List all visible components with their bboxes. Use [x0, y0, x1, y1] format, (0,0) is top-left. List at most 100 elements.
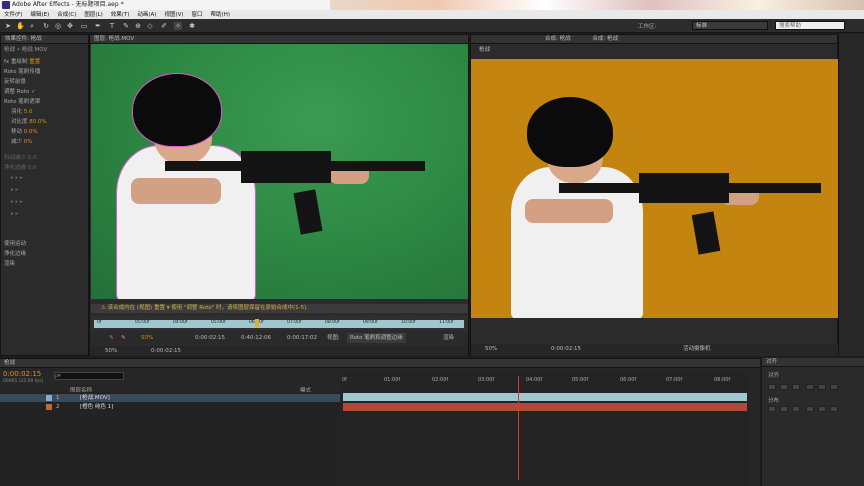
- duration-value[interactable]: 0:00:17:02: [287, 333, 317, 343]
- layer-2-bar[interactable]: [343, 403, 747, 411]
- timeline-tab[interactable]: 枪战: [0, 359, 760, 368]
- distribute-6-icon[interactable]: [830, 406, 838, 412]
- comp-footer-bar: 50% 0:00:02:15 活动摄像机: [471, 344, 838, 356]
- brush-red-icon[interactable]: ✎: [109, 333, 114, 343]
- eraser-tool-icon[interactable]: ◇: [146, 22, 154, 30]
- comp-subtab[interactable]: 枪战: [471, 44, 837, 54]
- composited-subject: [471, 59, 838, 318]
- align-middle-icon[interactable]: [818, 384, 826, 390]
- distribute-3-icon[interactable]: [792, 406, 800, 412]
- warning-status-bar: ⚠ 该合成内在 (视图) 重置 ▾ 使用 "调整 Roto" 时，请将图层保留在…: [91, 304, 468, 313]
- timeline-timecode[interactable]: 0:00:02:15: [3, 370, 41, 378]
- brush-tool-icon[interactable]: ✎: [122, 22, 130, 30]
- layer-1-bar[interactable]: [343, 393, 747, 401]
- hand-tool-icon[interactable]: ✋: [16, 22, 25, 30]
- rifle-magazine: [293, 189, 323, 235]
- render-checkbox[interactable]: 渲染: [443, 333, 454, 343]
- camera-tool-icon[interactable]: ◎: [54, 22, 62, 30]
- layer-1-name[interactable]: [枪战.MOV]: [80, 394, 110, 402]
- pen-tool-icon[interactable]: ✒: [94, 22, 102, 30]
- pan-behind-tool-icon[interactable]: ✥: [66, 22, 74, 30]
- window-title-bar: Adobe After Effects - 无标题项目.aep *: [0, 0, 864, 10]
- distribute-label: 分布: [768, 398, 780, 404]
- effect-row-8[interactable]: 减少 0%: [11, 137, 33, 145]
- ruler-1: 01:00f: [384, 377, 401, 383]
- comp-tab-2[interactable]: 合成: 枪战: [592, 36, 618, 42]
- mini-playhead[interactable]: [255, 319, 259, 327]
- desktop-strip: [330, 0, 864, 10]
- effect-row-9[interactable]: 抖动减少 0.0: [4, 153, 37, 161]
- layer-row-2[interactable]: 2 [橙色 纯色 1]: [0, 403, 340, 411]
- distribute-4-icon[interactable]: [806, 406, 814, 412]
- ruler-0: 0f: [342, 377, 347, 383]
- layer-viewer-tab[interactable]: 图层: 枪战.MOV: [90, 35, 468, 44]
- distribute-1-icon[interactable]: [768, 406, 776, 412]
- brush-pink-icon[interactable]: ✎: [121, 333, 126, 343]
- effect-row-7[interactable]: 移动 0.0%: [11, 127, 38, 135]
- comp-timecode[interactable]: 0:00:02:15: [551, 344, 581, 354]
- view-select[interactable]: Roto 笔刷和调整边缘: [347, 333, 406, 343]
- ruler-4: 04:00f: [526, 377, 543, 383]
- search-help-input[interactable]: 搜索帮助: [775, 21, 845, 30]
- layer-2-color: [46, 404, 52, 410]
- align-top-icon[interactable]: [806, 384, 814, 390]
- start-timecode[interactable]: 0:00:02:15: [195, 333, 225, 343]
- effect-row-1[interactable]: Roto 笔刷传播: [4, 67, 40, 75]
- effect-controls-tab[interactable]: 效果控件: 枪战: [1, 35, 88, 44]
- layer-mini-timeline[interactable]: 0f 05:00f 04:00f 05:00f 06:00f 07:00f 08…: [91, 316, 468, 330]
- comp-tab-1[interactable]: 合成: 枪战: [545, 36, 571, 42]
- puppet-tool-icon[interactable]: ✱: [188, 22, 196, 30]
- text-tool-icon[interactable]: T: [108, 22, 116, 30]
- align-bottom-icon[interactable]: [830, 384, 838, 390]
- effect-row-2[interactable]: 反转前景: [4, 77, 26, 85]
- roto-brush-tool-icon[interactable]: ✐: [160, 22, 168, 30]
- effect-row-6[interactable]: 对比度 80.0%: [11, 117, 47, 125]
- comp-camera-select[interactable]: 活动摄像机: [683, 344, 711, 354]
- selection-tool-icon[interactable]: ➤: [4, 22, 12, 30]
- timeline-search-input[interactable]: ρ▾: [54, 372, 124, 380]
- fps-value[interactable]: 0:40:12:06: [241, 333, 271, 343]
- layer-2-name[interactable]: [橙色 纯色 1]: [80, 403, 113, 411]
- comp-zoom-select[interactable]: 50%: [485, 344, 497, 354]
- effect-controls-panel: 效果控件: 枪战 枪战 • 枪战.MOV fx 重绘制 重置 Roto 笔刷传播…: [0, 34, 89, 356]
- align-center-icon[interactable]: [780, 384, 788, 390]
- effect-row-3[interactable]: 调整 Roto ✓: [4, 87, 36, 95]
- workspace-select[interactable]: 标准: [692, 21, 768, 30]
- clone-tool-icon[interactable]: ⊕: [134, 22, 142, 30]
- green-screen-footage[interactable]: [91, 44, 468, 299]
- effect-row-5[interactable]: 羽化 5.0: [11, 107, 33, 115]
- distribute-5-icon[interactable]: [818, 406, 826, 412]
- composited-footage[interactable]: [471, 59, 838, 318]
- align-left-icon[interactable]: [768, 384, 776, 390]
- view-label: 视图:: [327, 335, 340, 341]
- composited-arm-left: [525, 199, 613, 223]
- effect-row-10[interactable]: 净化边缘 0.0: [4, 163, 37, 171]
- timeline-playhead[interactable]: [518, 376, 519, 480]
- right-side-panel: [838, 34, 864, 356]
- effect-row-12[interactable]: 净化边缘: [4, 249, 26, 257]
- distribute-2-icon[interactable]: [780, 406, 788, 412]
- ruler-7: 07:00f: [666, 377, 683, 383]
- layer-list: 1 [枪战.MOV] 2 [橙色 纯色 1]: [0, 392, 340, 486]
- effect-dim-b: ▸ ▸: [11, 187, 19, 193]
- effect-row-11[interactable]: 使用运动: [4, 239, 26, 247]
- align-tab[interactable]: 对齐: [762, 358, 864, 367]
- refine-edge-tool-icon[interactable]: ✧: [174, 22, 182, 30]
- timeline-bars-area: [341, 372, 749, 486]
- viewer-footer-bar: 50% 0:00:02:15: [91, 346, 468, 356]
- subject-hair: [133, 74, 221, 146]
- ruler-3: 03:00f: [478, 377, 495, 383]
- zoom-value[interactable]: 50%: [141, 333, 153, 343]
- viewer-timecode[interactable]: 0:00:02:15: [151, 346, 181, 356]
- effect-row-4[interactable]: Roto 笔刷遮罩: [4, 97, 40, 105]
- viewer-zoom-select[interactable]: 50%: [105, 346, 117, 356]
- effect-row-0[interactable]: fx 重绘制 重置: [4, 57, 40, 65]
- effect-row-13[interactable]: 渲染: [4, 259, 15, 267]
- align-right-icon[interactable]: [792, 384, 800, 390]
- ruler-5: 05:00f: [572, 377, 589, 383]
- zoom-tool-icon[interactable]: ⌕: [28, 22, 36, 30]
- effect-dim-c: ▸ ▸ ▸: [11, 199, 23, 205]
- rectangle-tool-icon[interactable]: ▭: [80, 22, 88, 30]
- rotate-tool-icon[interactable]: ↻: [42, 22, 50, 30]
- layer-row-1[interactable]: 1 [枪战.MOV]: [0, 394, 340, 402]
